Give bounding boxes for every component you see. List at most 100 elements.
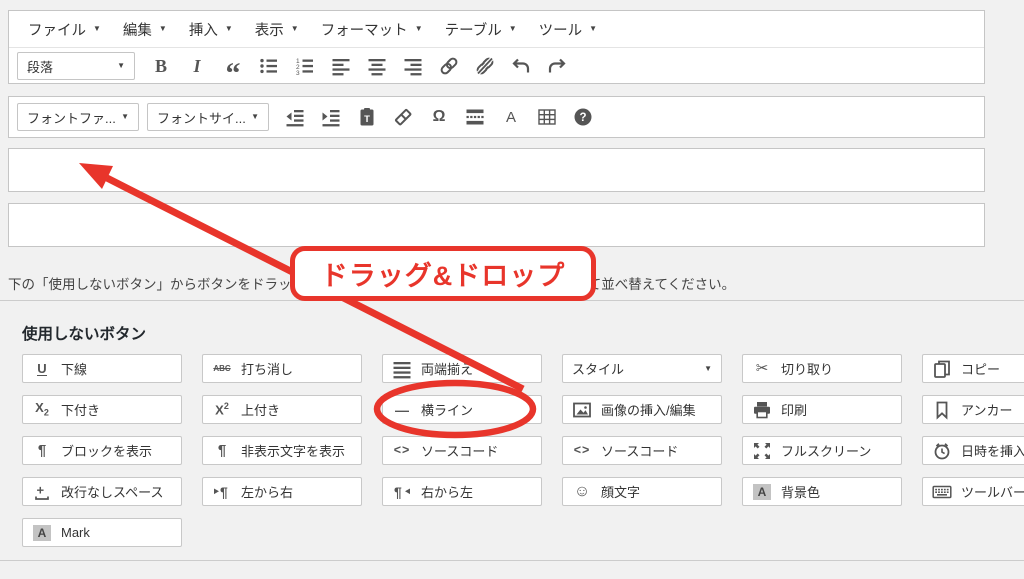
align-right-button[interactable] xyxy=(395,51,431,81)
unused-mark[interactable]: A Mark xyxy=(22,518,182,547)
redo-icon xyxy=(547,56,567,76)
unused-insert-datetime-label: 日時を挿入 xyxy=(961,441,1024,460)
unused-styles-select[interactable]: スタイル▼ xyxy=(562,354,722,383)
paragraph-select-value: 段落 xyxy=(27,57,53,76)
clear-formatting-button[interactable] xyxy=(385,102,421,132)
unused-anchor-label: アンカー xyxy=(961,400,1012,419)
unused-anchor[interactable]: アンカー xyxy=(922,395,1024,424)
unused-mark-label: Mark xyxy=(61,525,90,540)
menu-edit[interactable]: 編集▼ xyxy=(112,11,178,47)
chevron-down-icon: ▼ xyxy=(509,25,517,33)
link-button[interactable] xyxy=(431,51,467,81)
unused-cut[interactable]: ✂切り取り xyxy=(742,354,902,383)
unused-print[interactable]: 印刷 xyxy=(742,395,902,424)
unused-horizontal-line[interactable]: —横ライン xyxy=(382,395,542,424)
eraser-icon xyxy=(393,107,413,127)
unused-show-blocks-label: ブロックを表示 xyxy=(61,441,152,460)
svg-text:?: ? xyxy=(579,112,586,124)
bulleted-list-button[interactable] xyxy=(251,51,287,81)
align-center-button[interactable] xyxy=(359,51,395,81)
unused-justify[interactable]: 両端揃え xyxy=(382,354,542,383)
unused-copy[interactable]: コピー xyxy=(922,354,1024,383)
unused-insert-image[interactable]: 画像の挿入/編集 xyxy=(562,395,722,424)
unlink-button[interactable] xyxy=(467,51,503,81)
unused-subscript[interactable]: X2下付き xyxy=(22,395,182,424)
menu-table[interactable]: テーブル▼ xyxy=(434,11,528,47)
menu-view-label: 表示 xyxy=(255,19,284,40)
unused-nonbreaking-space[interactable]: +改行なしスペース xyxy=(22,477,182,506)
unused-toolbar-toggle[interactable]: ツールバー切り替え xyxy=(922,477,1024,506)
bold-button[interactable]: B xyxy=(143,51,179,81)
menu-insert[interactable]: 挿入▼ xyxy=(178,11,244,47)
paste-as-text-button[interactable]: T xyxy=(349,102,385,132)
toolbar-row-primary: 段落 ▼ BI“ 123 xyxy=(9,48,984,84)
font-size-select[interactable]: フォントサイ... ▼ xyxy=(147,103,269,131)
help-icon: ? xyxy=(573,107,593,127)
indent-button[interactable] xyxy=(313,102,349,132)
toolbar-drop-zone-1[interactable] xyxy=(8,148,985,192)
chevron-down-icon: ▼ xyxy=(117,62,125,70)
mark-icon: A xyxy=(32,525,52,541)
unused-background-color-label: 背景色 xyxy=(781,482,820,501)
unused-rtl[interactable]: ¶右から左 xyxy=(382,477,542,506)
unused-show-blocks[interactable]: ¶ブロックを表示 xyxy=(22,436,182,465)
undo-button[interactable] xyxy=(503,51,539,81)
justify-icon xyxy=(392,359,412,379)
align-left-icon xyxy=(331,56,351,76)
unused-source-code[interactable]: <>ソースコード xyxy=(382,436,542,465)
menu-file[interactable]: ファイル ▼ xyxy=(17,11,112,47)
paste-text-icon: T xyxy=(357,107,377,127)
help-button[interactable]: ? xyxy=(565,102,601,132)
unused-fullscreen-label: フルスクリーン xyxy=(781,441,871,460)
unused-superscript[interactable]: X2上付き xyxy=(202,395,362,424)
pilcrow-icon: ¶ xyxy=(212,443,232,458)
menu-format-label: フォーマット xyxy=(321,19,408,40)
unused-source-code-2[interactable]: <>ソースコード xyxy=(562,436,722,465)
svg-text:¶: ¶ xyxy=(394,484,402,500)
svg-text:T: T xyxy=(364,114,370,125)
unused-emoticons-label: 顔文字 xyxy=(601,482,640,501)
unused-strikethrough-label: 打ち消し xyxy=(241,359,293,378)
unused-ltr[interactable]: ¶左から右 xyxy=(202,477,362,506)
blockquote-button[interactable]: “ xyxy=(215,51,251,81)
menu-view[interactable]: 表示▼ xyxy=(244,11,310,47)
svg-text:+: + xyxy=(37,482,45,497)
paragraph-format-select[interactable]: 段落 ▼ xyxy=(17,52,135,80)
rtl-icon: ¶ xyxy=(392,482,412,502)
more-tag-icon xyxy=(465,107,485,127)
numbered-list-icon: 123 xyxy=(295,56,315,76)
menu-edit-label: 編集 xyxy=(123,19,152,40)
special-character-button[interactable]: Ω xyxy=(421,102,457,132)
read-more-button[interactable] xyxy=(457,102,493,132)
unused-cut-label: 切り取り xyxy=(781,359,833,378)
toolbar-row-secondary: フォントファ... ▼ フォントサイ... ▼ T Ω A? xyxy=(8,96,985,138)
table-button[interactable] xyxy=(529,102,565,132)
unused-strikethrough[interactable]: ABC打ち消し xyxy=(202,354,362,383)
outdent-button[interactable] xyxy=(277,102,313,132)
align-left-button[interactable] xyxy=(323,51,359,81)
ltr-icon: ¶ xyxy=(212,482,232,502)
drag-drop-callout: ドラッグ&ドロップ xyxy=(290,246,596,301)
section-divider xyxy=(0,560,1024,561)
unused-show-invisible[interactable]: ¶非表示文字を表示 xyxy=(202,436,362,465)
print-icon xyxy=(752,400,772,420)
toolbar-drop-zone-2[interactable] xyxy=(8,203,985,247)
font-family-select[interactable]: フォントファ... ▼ xyxy=(17,103,139,131)
chevron-down-icon: ▼ xyxy=(93,25,101,33)
bold-icon: B xyxy=(155,57,167,75)
unused-background-color[interactable]: A背景色 xyxy=(742,477,902,506)
menu-tools[interactable]: ツール▼ xyxy=(528,11,608,47)
editor-toolbar-box: ファイル▼編集▼挿入▼表示▼フォーマット▼テーブル▼ツール▼ 段落 ▼ BI“1… xyxy=(8,10,985,84)
unused-underline[interactable]: U下線 xyxy=(22,354,182,383)
numbered-list-button[interactable]: 123 xyxy=(287,51,323,81)
redo-button[interactable] xyxy=(539,51,575,81)
unused-fullscreen[interactable]: フルスクリーン xyxy=(742,436,902,465)
menu-format[interactable]: フォーマット▼ xyxy=(310,11,434,47)
menu-file-label: ファイル xyxy=(28,19,86,40)
unused-insert-datetime[interactable]: 日時を挿入 xyxy=(922,436,1024,465)
fullscreen-icon xyxy=(752,441,772,461)
nbsp-icon: + xyxy=(32,482,52,502)
unused-emoticons[interactable]: ☺顔文字 xyxy=(562,477,722,506)
text-color-button[interactable]: A xyxy=(493,102,529,132)
italic-button[interactable]: I xyxy=(179,51,215,81)
